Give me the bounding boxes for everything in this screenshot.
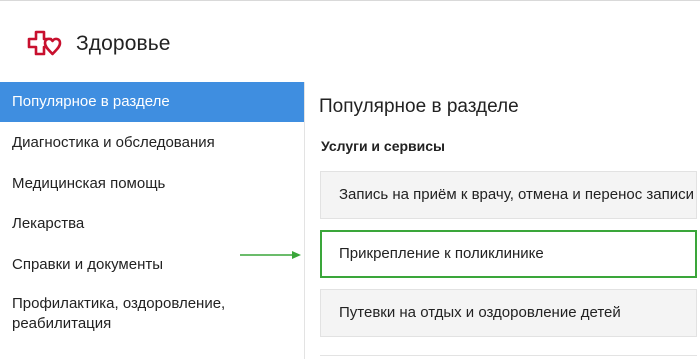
sidebar-item-label: Профилактика, оздоровление, <box>12 295 226 312</box>
service-card-label: Путевки на отдых и оздоровление детей <box>339 304 621 321</box>
service-card-clinic-attachment[interactable]: Прикрепление к поликлинике <box>320 230 697 278</box>
sidebar-item-popular[interactable]: Популярное в разделе <box>0 82 304 122</box>
sidebar-item-medicines[interactable]: Лекарства <box>0 214 304 234</box>
green-pointer-arrow-icon <box>240 251 301 259</box>
page-title: Популярное в разделе <box>319 96 519 117</box>
service-card-label: Прикрепление к поликлинике <box>339 245 544 262</box>
list-divider <box>320 355 697 356</box>
sidebar-item-medical-help[interactable]: Медицинская помощь <box>0 174 304 194</box>
sidebar-item-label-line2: реабилитация <box>12 315 112 332</box>
sidebar-item-label: Популярное в разделе <box>12 93 170 110</box>
sidebar: Популярное в разделе Диагностика и обсле… <box>0 82 305 359</box>
sidebar-item-label: Медицинская помощь <box>12 175 166 192</box>
sidebar-item-diagnostics[interactable]: Диагностика и обследования <box>0 133 304 153</box>
service-card-doctor-appointment[interactable]: Запись на приём к врачу, отмена и перено… <box>320 171 697 219</box>
site-header: Здоровье <box>0 1 700 83</box>
health-logo-icon[interactable] <box>26 29 62 59</box>
sidebar-item-label: Справки и документы <box>12 256 164 273</box>
sidebar-item-label: Лекарства <box>12 215 85 232</box>
section-title: Услуги и сервисы <box>321 138 446 154</box>
service-card-children-vouchers[interactable]: Путевки на отдых и оздоровление детей <box>320 289 697 337</box>
sidebar-item-prevention[interactable]: Профилактика, оздоровление, реабилитация <box>0 294 304 334</box>
sidebar-item-label: Диагностика и обследования <box>12 134 215 151</box>
service-card-label: Запись на приём к врачу, отмена и перено… <box>339 186 694 203</box>
main-content: Популярное в разделе Услуги и сервисы За… <box>305 82 700 359</box>
site-title[interactable]: Здоровье <box>76 32 171 56</box>
